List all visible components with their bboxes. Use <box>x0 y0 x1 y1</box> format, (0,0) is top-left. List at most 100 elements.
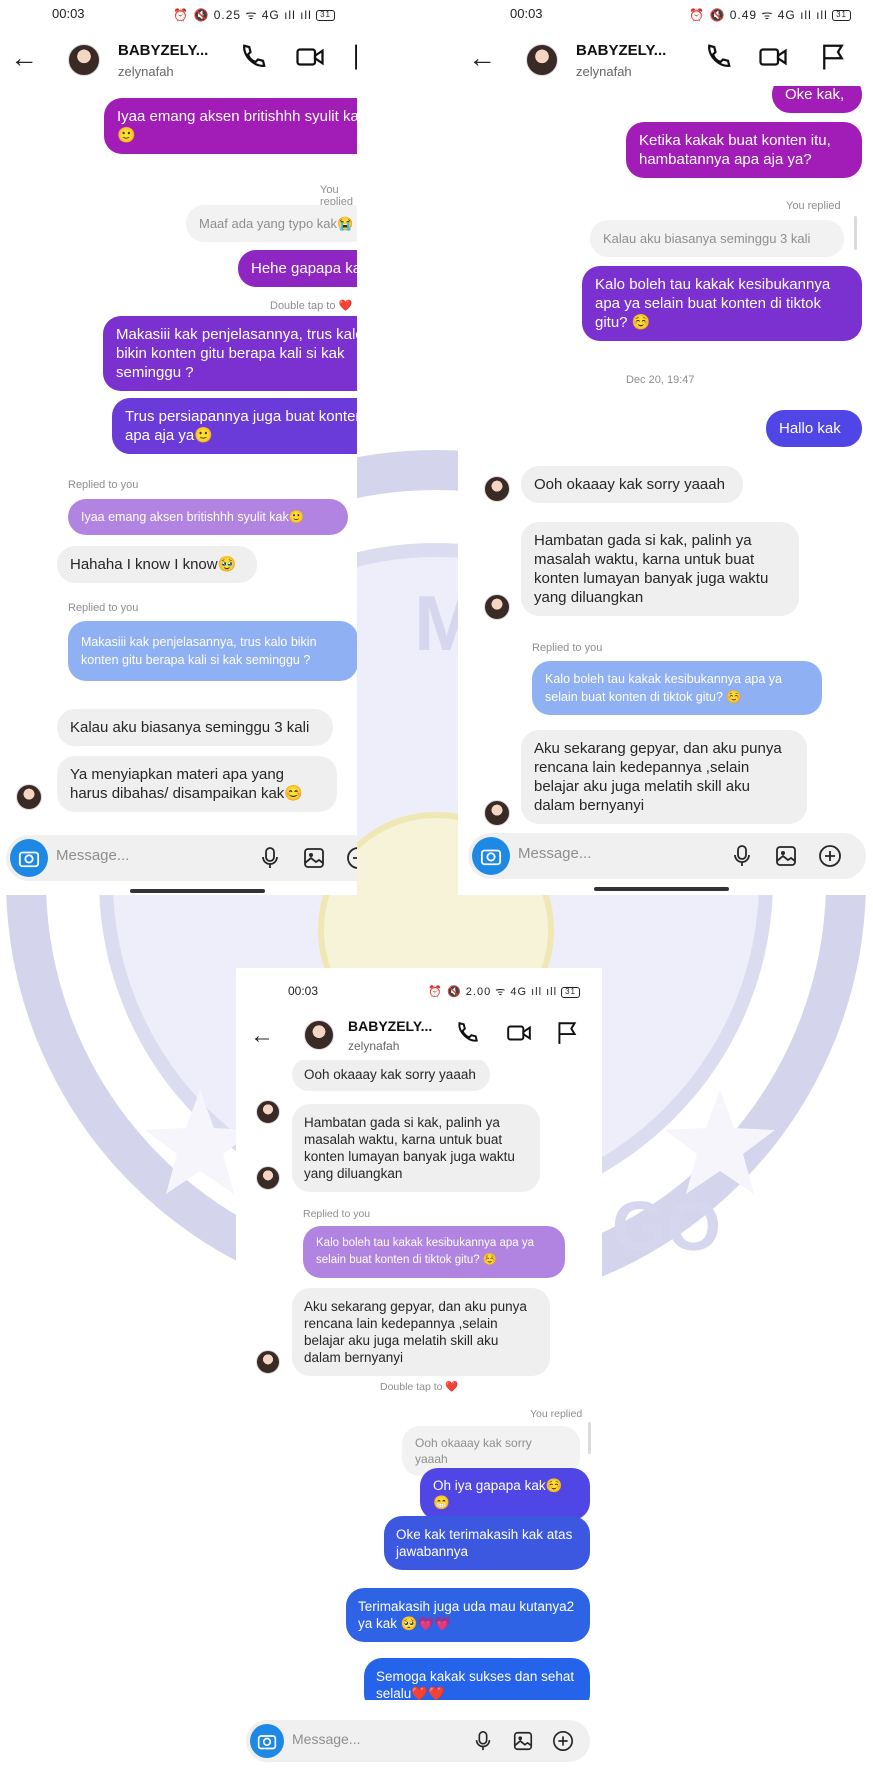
quoted-message[interactable]: Makasiii kak penjelasannya, trus kalo bi… <box>68 621 357 681</box>
camera-icon <box>480 849 502 866</box>
outgoing-message[interactable]: Oke kak, <box>772 86 862 113</box>
video-call-icon[interactable] <box>506 1020 532 1046</box>
phone-icon[interactable] <box>238 42 268 72</box>
home-indicator <box>594 887 729 891</box>
sender-avatar[interactable] <box>256 1100 280 1124</box>
incoming-message[interactable]: Kalau aku biasanya seminggu 3 kali <box>57 709 333 746</box>
message-list[interactable]: Ooh okaaay kak sorry yaaah Hambatan gada… <box>236 1060 602 1700</box>
replied-to-you-label: Replied to you <box>68 602 139 614</box>
incoming-message[interactable]: Hahaha I know I know🥹 <box>57 546 257 583</box>
reply-label: You replied <box>530 1408 583 1420</box>
camera-icon <box>257 1735 277 1750</box>
microphone-icon[interactable] <box>472 1730 494 1752</box>
incoming-message[interactable]: Hambatan gada si kak, palinh ya masalah … <box>292 1104 540 1192</box>
message-list[interactable]: Oke kak, Ketika kakak buat konten itu, h… <box>458 86 873 826</box>
sender-avatar[interactable] <box>484 800 510 826</box>
camera-icon <box>18 851 40 868</box>
outgoing-message[interactable]: Terimakasih juga uda mau kutanya2 ya kak… <box>346 1588 590 1642</box>
incoming-message[interactable]: Ooh okaaay kak sorry yaaah <box>521 466 743 503</box>
report-flag-icon[interactable] <box>818 42 848 72</box>
replied-to-you-label: Replied to you <box>532 642 603 654</box>
replied-to-you-label: Replied to you <box>303 1208 371 1220</box>
outgoing-message[interactable]: Hallo kak <box>766 410 862 447</box>
incoming-message[interactable]: Aku sekarang gepyar, dan aku punya renca… <box>521 730 807 824</box>
message-input[interactable] <box>518 845 668 862</box>
incoming-message[interactable]: Aku sekarang gepyar, dan aku punya renca… <box>292 1288 550 1376</box>
gallery-icon[interactable] <box>774 844 798 868</box>
contact-username: zelynafah <box>348 1039 400 1053</box>
camera-button[interactable] <box>10 839 48 877</box>
status-time: 00:03 <box>288 984 319 998</box>
status-icons: ⏰ 🔇 0.49 ᯤ 4G ıll ıll 31 <box>689 6 851 23</box>
quoted-reply[interactable]: Maaf ada yang typo kak😭 <box>186 205 357 242</box>
microphone-icon[interactable] <box>258 846 282 870</box>
chat-screenshot-3: 00:03 ⏰ 🔇 2.00 ᯤ 4G ıll ıll 31 ← BABYZEL… <box>236 968 602 1770</box>
contact-username: zelynafah <box>118 64 174 79</box>
double-tap-hint: Double tap to ❤️ <box>270 300 353 312</box>
add-icon[interactable] <box>818 844 842 868</box>
quoted-message[interactable]: Kalo boleh tau kakak kesibukannya apa ya… <box>303 1226 565 1278</box>
microphone-icon[interactable] <box>730 844 754 868</box>
quoted-message[interactable]: Kalo boleh tau kakak kesibukannya apa ya… <box>532 661 822 715</box>
status-bar: 00:03 ⏰ 🔇 2.00 ᯤ 4G ıll ıll 31 <box>236 968 602 999</box>
contact-avatar[interactable] <box>304 1020 334 1050</box>
status-bar: 00:03 ⏰ 🔇 0.25 ᯤ 4G ıll ıll 31 <box>0 0 357 28</box>
outgoing-message[interactable]: Oh iya gapapa kak☺️😁 <box>420 1468 590 1520</box>
incoming-message[interactable]: Hambatan gada si kak, palinh ya masalah … <box>521 522 799 616</box>
back-arrow-icon[interactable]: ← <box>10 44 38 72</box>
contact-name[interactable]: BABYZELY... <box>118 42 208 59</box>
message-list[interactable]: Iyaa emang aksen britishhh syulit kak 🙂 … <box>0 92 357 825</box>
outgoing-message[interactable]: Semoga kakak sukses dan sehat selalu❤️❤️ <box>364 1658 590 1700</box>
video-call-icon[interactable] <box>758 42 788 72</box>
contact-name[interactable]: BABYZELY... <box>348 1018 432 1034</box>
gallery-icon[interactable] <box>512 1730 534 1752</box>
message-composer <box>246 1720 590 1762</box>
outgoing-message[interactable]: Ketika kakak buat konten itu, hambatanny… <box>626 122 862 178</box>
contact-name[interactable]: BABYZELY... <box>576 42 666 59</box>
report-flag-icon[interactable] <box>350 42 357 72</box>
sender-avatar[interactable] <box>256 1166 280 1190</box>
incoming-message[interactable]: Ooh okaaay kak sorry yaaah <box>292 1060 490 1091</box>
back-arrow-icon[interactable]: ← <box>250 1022 274 1050</box>
home-indicator <box>130 889 265 893</box>
outgoing-message[interactable]: Oke kak terimakasih kak atas jawabannya <box>384 1516 590 1570</box>
phone-icon[interactable] <box>454 1020 480 1046</box>
chat-screenshot-1: 00:03 ⏰ 🔇 0.25 ᯤ 4G ıll ıll 31 ← BABYZEL… <box>0 0 357 895</box>
add-icon[interactable] <box>552 1730 574 1752</box>
outgoing-message[interactable]: Iyaa emang aksen britishhh syulit kak 🙂 <box>104 98 357 154</box>
replied-to-you-label: Replied to you <box>68 479 139 491</box>
sender-avatar[interactable] <box>16 784 42 810</box>
quoted-reply[interactable]: Kalau aku biasanya seminggu 3 kali <box>590 220 844 257</box>
battery-icon: 31 <box>316 10 335 22</box>
watermark-letters-go: GO <box>612 1187 721 1265</box>
quoted-message[interactable]: Iyaa emang aksen britishhh syulit kak🙂 <box>68 499 348 535</box>
contact-username: zelynafah <box>576 64 632 79</box>
sender-avatar[interactable] <box>484 594 510 620</box>
outgoing-message[interactable]: Hehe gapapa kak, <box>238 250 357 287</box>
phone-icon[interactable] <box>703 42 733 72</box>
outgoing-message[interactable]: Trus persiapannya juga buat konten apa a… <box>112 398 357 454</box>
video-call-icon[interactable] <box>295 42 325 72</box>
status-bar: 00:03 ⏰ 🔇 0.49 ᯤ 4G ıll ıll 31 <box>458 0 873 28</box>
gallery-icon[interactable] <box>302 846 326 870</box>
outgoing-message[interactable]: Makasiii kak penjelasannya, trus kalo bi… <box>103 316 357 391</box>
camera-button[interactable] <box>472 837 510 875</box>
incoming-message[interactable]: Ya menyiapkan materi apa yang harus diba… <box>57 756 337 812</box>
status-time: 00:03 <box>510 6 543 21</box>
message-input[interactable] <box>56 847 206 864</box>
outgoing-message[interactable]: Kalo boleh tau kakak kesibukannya apa ya… <box>582 266 862 341</box>
sender-avatar[interactable] <box>484 476 510 502</box>
status-icons: ⏰ 🔇 2.00 ᯤ 4G ıll ıll 31 <box>428 984 580 999</box>
message-composer <box>468 833 866 879</box>
chat-header: ← BABYZELY... zelynafah <box>236 1006 602 1068</box>
message-composer <box>6 835 357 881</box>
back-arrow-icon[interactable]: ← <box>468 44 496 72</box>
contact-avatar[interactable] <box>526 44 558 76</box>
battery-icon: 31 <box>832 10 851 22</box>
report-flag-icon[interactable] <box>554 1020 580 1046</box>
contact-avatar[interactable] <box>68 44 100 76</box>
sender-avatar[interactable] <box>256 1350 280 1374</box>
message-input[interactable] <box>292 1731 422 1747</box>
camera-button[interactable] <box>250 1724 284 1758</box>
add-icon[interactable] <box>346 846 357 870</box>
